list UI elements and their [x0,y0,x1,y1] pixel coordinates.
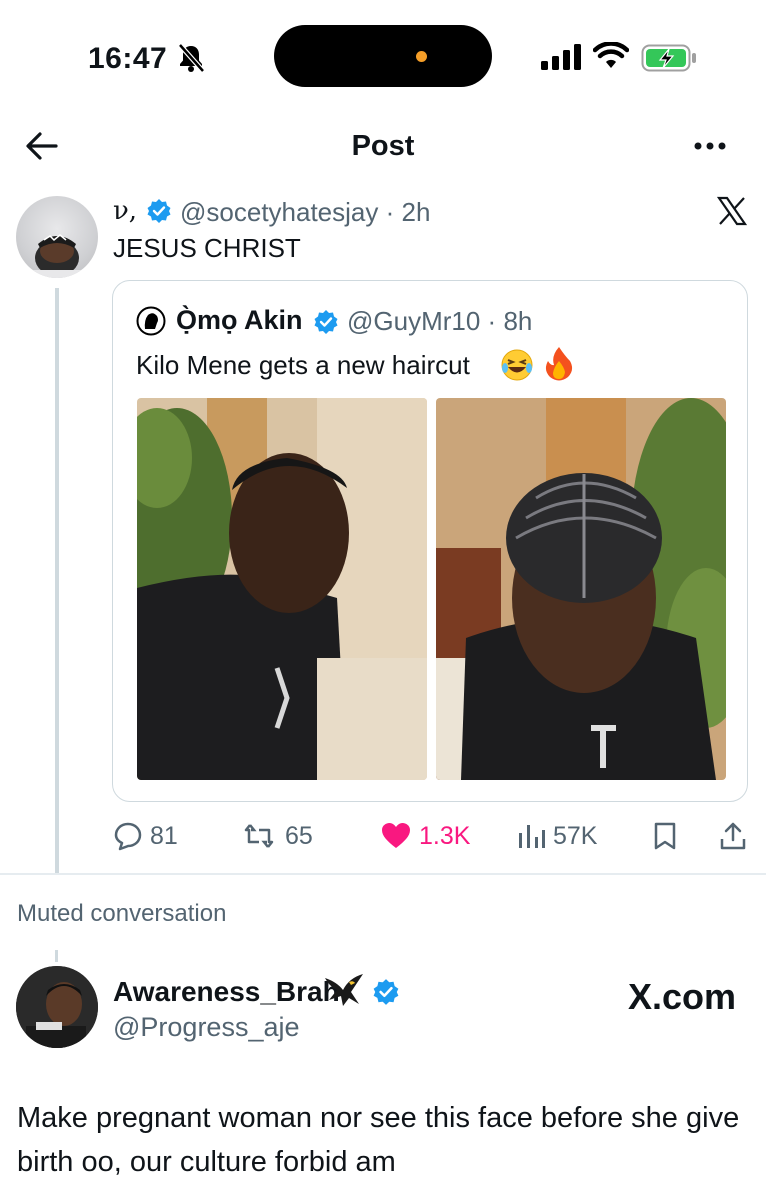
status-time: 16:47 [88,42,168,75]
views-icon[interactable] [516,821,546,851]
quoted-tweet-text: Kilo Mene gets a new haircut [136,350,470,380]
battery-charging-icon [641,44,696,72]
user-handle: @socetyhatesjay [180,197,379,227]
user-avatar[interactable] [16,196,98,278]
privacy-indicator-dot [416,51,427,62]
more-options-icon[interactable] [690,134,730,158]
like-count: 1.3K [419,822,471,850]
like-heart-icon[interactable] [381,821,411,851]
dynamic-island [274,25,492,87]
thread-line-stub [55,950,58,962]
post-time: 2h [401,197,431,227]
verified-badge-icon [314,310,338,334]
repost-count: 65 [285,822,313,850]
tweet-text: Make pregnant woman nor see this face be… [17,1102,740,1178]
quoted-user-avatar[interactable] [136,306,166,336]
view-count: 57K [553,822,598,850]
page-title: Post [351,130,415,162]
verified-badge-icon [147,199,171,223]
quoted-display-name[interactable]: Ọ̀mọ Akin [176,305,303,336]
muted-conversation-label: Muted conversation [17,900,227,927]
tweet-text: JESUS CHRIST [113,233,301,263]
handle-and-time[interactable]: @socetyhatesjay · 2h [180,197,430,228]
repost-icon[interactable] [244,821,274,851]
tweet-photo-2[interactable] [436,398,726,780]
quoted-time: 8h [503,306,533,336]
verified-badge-icon [373,979,399,1005]
x-logo-icon [717,196,747,226]
tweet-photo-1[interactable] [137,398,427,780]
quoted-handle-and-time[interactable]: @GuyMr10 · 8h [347,306,532,337]
x-com-watermark: X.com [628,976,737,1017]
wifi-icon [593,42,629,68]
cellular-signal-icon [541,44,581,70]
user-handle[interactable]: @Progress_aje [113,1012,300,1043]
user-avatar[interactable] [16,966,98,1048]
bell-slash-icon [178,43,205,73]
reply-count: 81 [150,822,178,850]
bookmark-icon[interactable] [650,821,680,851]
reply-icon[interactable] [113,821,143,851]
thread-line [55,288,59,873]
eagle-emoji-icon [325,974,363,1006]
divider [0,873,766,875]
display-name[interactable]: ν, [113,196,137,226]
fire-emoji-icon [545,347,573,381]
share-icon[interactable] [718,821,748,851]
laughing-emoji-icon [501,349,533,381]
quoted-handle: @GuyMr10 [347,306,481,336]
display-name[interactable]: Awareness_Brah [113,976,340,1008]
